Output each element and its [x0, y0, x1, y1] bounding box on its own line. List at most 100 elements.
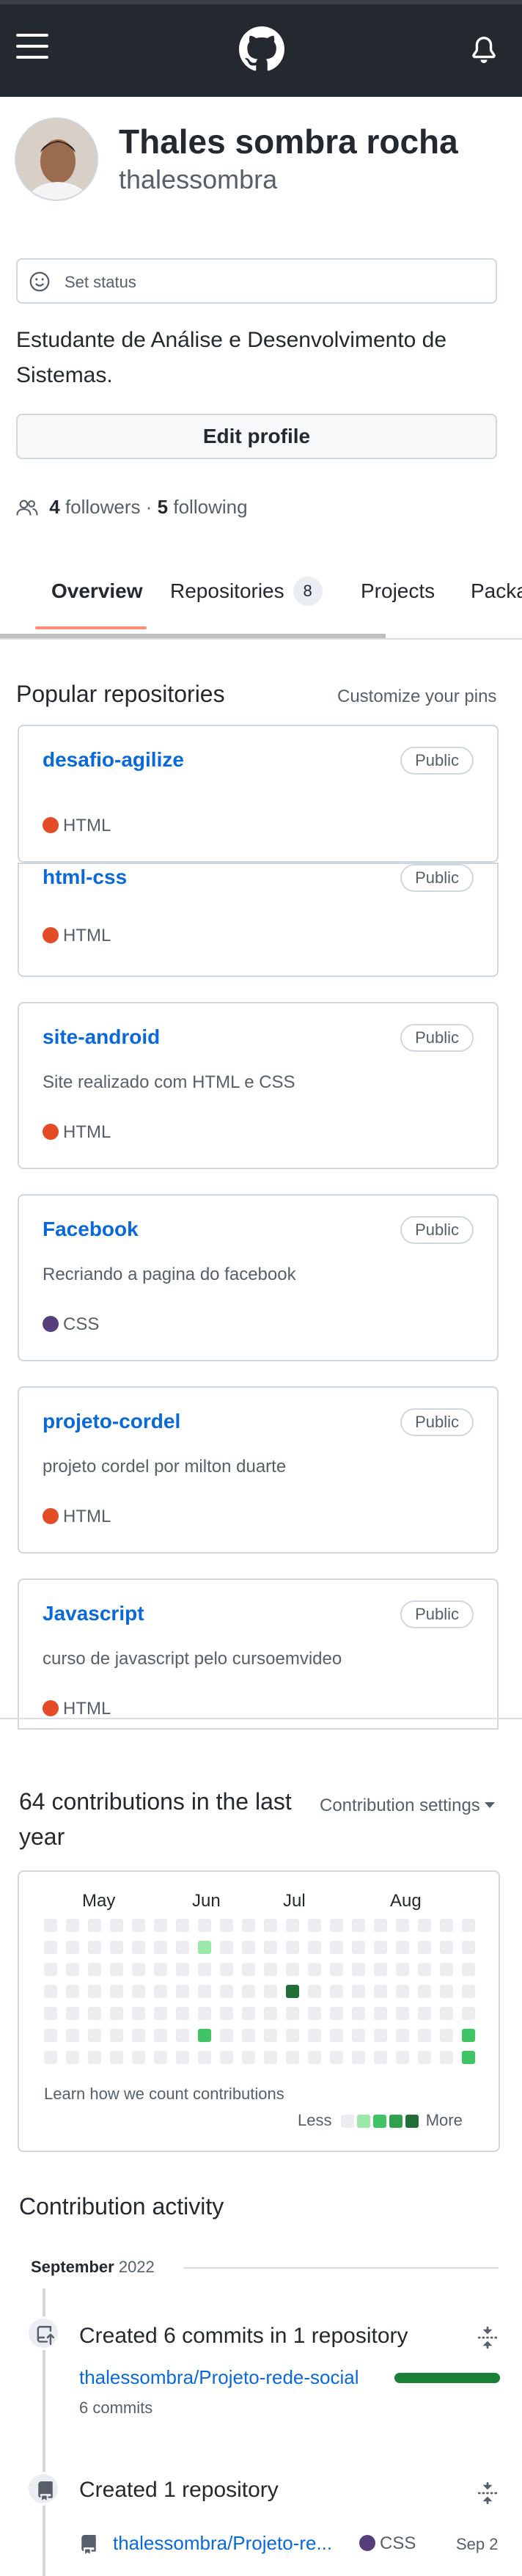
- contribution-day-cell[interactable]: [308, 1963, 321, 1976]
- contribution-day-cell[interactable]: [264, 2051, 277, 2064]
- contribution-day-cell[interactable]: [44, 1985, 57, 1998]
- contribution-day-cell[interactable]: [44, 2029, 57, 2042]
- contribution-day-cell[interactable]: [264, 1985, 277, 1998]
- following-link[interactable]: 5 following: [158, 496, 248, 518]
- contribution-day-cell[interactable]: [88, 1963, 101, 1976]
- tab-packages[interactable]: Packages: [471, 579, 522, 603]
- contribution-day-cell[interactable]: [374, 2007, 387, 2020]
- contribution-day-cell[interactable]: [264, 1963, 277, 1976]
- contribution-day-cell[interactable]: [374, 2051, 387, 2064]
- contribution-day-cell[interactable]: [242, 1919, 255, 1932]
- contribution-day-cell[interactable]: [440, 1941, 453, 1954]
- contribution-day-cell[interactable]: [396, 1919, 409, 1932]
- contribution-day-cell[interactable]: [308, 1941, 321, 1954]
- contribution-day-cell[interactable]: [132, 2029, 145, 2042]
- contribution-day-cell[interactable]: [88, 2029, 101, 2042]
- contribution-day-cell[interactable]: [374, 1985, 387, 1998]
- tab-repositories[interactable]: Repositories 8: [170, 577, 323, 606]
- contribution-day-cell[interactable]: [396, 2029, 409, 2042]
- contribution-day-cell[interactable]: [88, 1919, 101, 1932]
- contribution-day-cell[interactable]: [242, 1963, 255, 1976]
- contribution-day-cell[interactable]: [220, 1941, 233, 1954]
- contribution-day-cell[interactable]: [418, 2007, 431, 2020]
- learn-contributions-link[interactable]: Learn how we count contributions: [44, 2085, 284, 2104]
- contribution-day-cell[interactable]: [264, 1919, 277, 1932]
- contribution-day-cell[interactable]: [374, 1963, 387, 1976]
- contribution-day-cell[interactable]: [176, 2007, 189, 2020]
- fold-icon[interactable]: [477, 2482, 499, 2504]
- contribution-day-cell[interactable]: [440, 1985, 453, 1998]
- commit-count-link[interactable]: 6 commits: [79, 2398, 152, 2418]
- contribution-day-cell[interactable]: [462, 2051, 475, 2064]
- contribution-day-cell[interactable]: [220, 2051, 233, 2064]
- contribution-day-cell[interactable]: [110, 2051, 123, 2064]
- contribution-day-cell[interactable]: [308, 1985, 321, 1998]
- contribution-day-cell[interactable]: [220, 2029, 233, 2042]
- repo-name-link[interactable]: site-android: [43, 1025, 160, 1049]
- contribution-day-cell[interactable]: [132, 2051, 145, 2064]
- contribution-day-cell[interactable]: [352, 1985, 365, 1998]
- fold-icon[interactable]: [477, 2327, 499, 2349]
- contribution-day-cell[interactable]: [132, 1941, 145, 1954]
- contribution-day-cell[interactable]: [286, 1963, 299, 1976]
- contribution-day-cell[interactable]: [110, 1985, 123, 1998]
- contribution-day-cell[interactable]: [242, 2029, 255, 2042]
- contribution-day-cell[interactable]: [374, 2029, 387, 2042]
- contribution-day-cell[interactable]: [418, 1985, 431, 1998]
- contribution-day-cell[interactable]: [154, 2007, 167, 2020]
- contribution-day-cell[interactable]: [44, 1963, 57, 1976]
- contribution-day-cell[interactable]: [154, 2051, 167, 2064]
- repo-name-link[interactable]: projeto-cordel: [43, 1410, 180, 1433]
- contribution-day-cell[interactable]: [198, 1941, 211, 1954]
- contribution-day-cell[interactable]: [264, 2007, 277, 2020]
- contribution-day-cell[interactable]: [352, 2051, 365, 2064]
- contribution-day-cell[interactable]: [88, 2051, 101, 2064]
- contribution-day-cell[interactable]: [462, 1985, 475, 1998]
- contribution-day-cell[interactable]: [198, 2029, 211, 2042]
- contribution-day-cell[interactable]: [220, 1985, 233, 1998]
- followers-link[interactable]: 4 followers: [49, 496, 140, 518]
- contribution-day-cell[interactable]: [154, 1963, 167, 1976]
- contribution-day-cell[interactable]: [418, 2051, 431, 2064]
- contribution-day-cell[interactable]: [66, 1941, 79, 1954]
- contribution-day-cell[interactable]: [66, 1963, 79, 1976]
- contribution-day-cell[interactable]: [440, 2007, 453, 2020]
- contribution-day-cell[interactable]: [242, 1941, 255, 1954]
- contribution-day-cell[interactable]: [132, 1985, 145, 1998]
- contribution-day-cell[interactable]: [396, 2051, 409, 2064]
- edit-profile-button[interactable]: Edit profile: [16, 414, 497, 459]
- contribution-day-cell[interactable]: [110, 2007, 123, 2020]
- contribution-day-cell[interactable]: [198, 2007, 211, 2020]
- contribution-day-cell[interactable]: [154, 2029, 167, 2042]
- contribution-day-cell[interactable]: [154, 1919, 167, 1932]
- contribution-day-cell[interactable]: [44, 1919, 57, 1932]
- contribution-day-cell[interactable]: [154, 1985, 167, 1998]
- contribution-day-cell[interactable]: [286, 2051, 299, 2064]
- contribution-day-cell[interactable]: [330, 2007, 343, 2020]
- repo-name-link[interactable]: desafio-agilize: [43, 748, 184, 772]
- contribution-day-cell[interactable]: [462, 1941, 475, 1954]
- contribution-day-cell[interactable]: [176, 1963, 189, 1976]
- contribution-day-cell[interactable]: [44, 2007, 57, 2020]
- contribution-day-cell[interactable]: [132, 1919, 145, 1932]
- contribution-day-cell[interactable]: [396, 2007, 409, 2020]
- contribution-day-cell[interactable]: [308, 2029, 321, 2042]
- activity-repo-link[interactable]: thalessombra/Projeto-rede-social: [79, 2366, 359, 2389]
- contribution-day-cell[interactable]: [462, 1919, 475, 1932]
- contribution-day-cell[interactable]: [308, 2007, 321, 2020]
- contribution-day-cell[interactable]: [66, 1919, 79, 1932]
- tab-projects[interactable]: Projects: [361, 579, 435, 603]
- contribution-day-cell[interactable]: [418, 1941, 431, 1954]
- contribution-day-cell[interactable]: [110, 1963, 123, 1976]
- contribution-day-cell[interactable]: [286, 1985, 299, 1998]
- contribution-day-cell[interactable]: [418, 2029, 431, 2042]
- tab-overview[interactable]: Overview: [51, 579, 143, 603]
- contribution-day-cell[interactable]: [330, 1963, 343, 1976]
- contribution-day-cell[interactable]: [44, 2051, 57, 2064]
- contribution-day-cell[interactable]: [440, 1919, 453, 1932]
- contribution-day-cell[interactable]: [330, 2029, 343, 2042]
- contribution-day-cell[interactable]: [462, 2029, 475, 2042]
- contribution-day-cell[interactable]: [308, 2051, 321, 2064]
- contribution-day-cell[interactable]: [264, 2029, 277, 2042]
- contribution-day-cell[interactable]: [374, 1941, 387, 1954]
